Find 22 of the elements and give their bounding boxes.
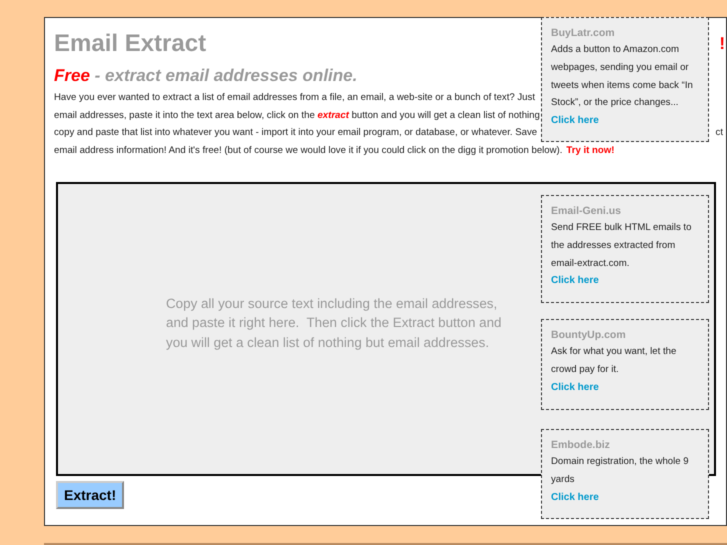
intro-text: Have you ever wanted to extract a list of email addresses from a file, an email, a web-site or a bunch of text? Just: [54, 91, 535, 105]
ad-title: BuyLatr.com: [551, 26, 616, 41]
free-label: Free: [54, 66, 90, 85]
ad-link[interactable]: Click here: [551, 488, 599, 506]
ad-link[interactable]: Click here: [551, 272, 599, 290]
tagline: - extract email addresses online.: [94, 66, 358, 85]
ad-title: BountyUp.com: [551, 328, 627, 343]
ad-title: Embode.biz: [551, 438, 611, 453]
title-fragment: !: [719, 34, 725, 54]
ad-link[interactable]: Click here: [551, 112, 599, 130]
ad-title: Email-Geni.us: [551, 204, 622, 219]
intro-text: copy and paste that list into whatever you want - import it into your email program, or database, or whatever. Save: [54, 126, 538, 140]
intro-text: ct: [716, 126, 723, 140]
intro-text: email address information! And it's free! (but of course we would love it if you could click on the digg it promotion below).: [54, 144, 562, 158]
ad-link[interactable]: Click here: [551, 378, 599, 396]
try-it-link[interactable]: Try it now!: [566, 142, 614, 160]
extract-button[interactable]: Extract!: [56, 480, 124, 509]
ad-text: Adds a button to Amazon.com webpages, sending you email or tweets when items come back “In Stock”, or the price changes...: [551, 43, 694, 110]
page-title: Email Extract: [54, 30, 206, 58]
intro-text: email addresses, paste it into the text area below, click on the extract button and you will get a clean list of nothing: [54, 108, 540, 123]
ad-text: Ask for what you want, let the crowd pay for it.: [551, 345, 678, 377]
ad-text: Send FREE bulk HTML emails to the addresses extracted from email-extract.com.: [551, 221, 692, 271]
